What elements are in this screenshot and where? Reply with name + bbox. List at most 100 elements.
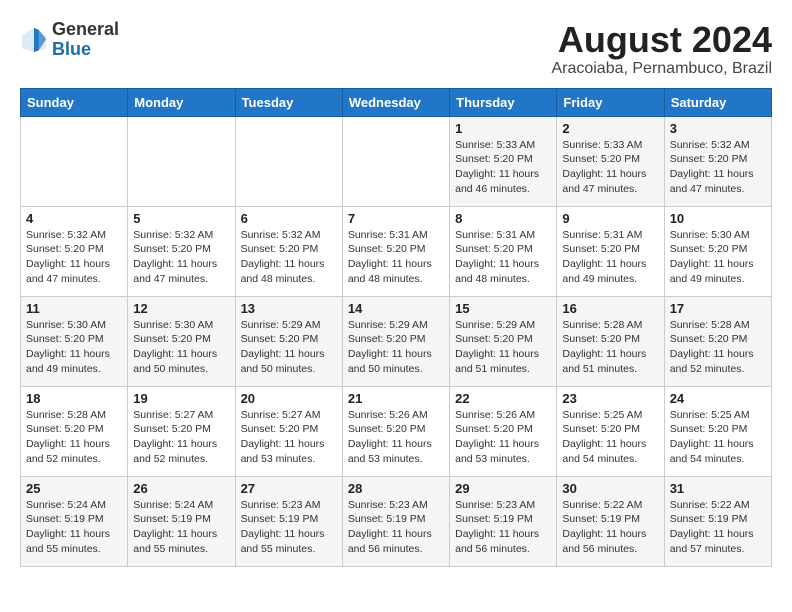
title-area: August 2024 Aracoiaba, Pernambuco, Brazi… [551,20,772,78]
logo-icon [20,26,48,54]
logo: General Blue [20,20,119,60]
calendar-cell [128,116,235,206]
calendar-cell: 7 Sunrise: 5:31 AM Sunset: 5:20 PM Daylig… [342,206,449,296]
day-number: 24 [670,391,766,406]
day-number: 27 [241,481,337,496]
day-number: 13 [241,301,337,316]
day-number: 16 [562,301,658,316]
day-number: 4 [26,211,122,226]
calendar-cell: 20Sunrise: 5:27 AM Sunset: 5:20 PM Dayli… [235,386,342,476]
day-number: 22 [455,391,551,406]
calendar-table: SundayMondayTuesdayWednesdayThursdayFrid… [20,88,772,567]
day-number: 1 [455,121,551,136]
weekday-header: Monday [128,88,235,116]
day-number: 12 [133,301,229,316]
calendar-cell [21,116,128,206]
day-info: Sunrise: 5:26 AM Sunset: 5:20 PM Dayligh… [455,408,551,467]
day-number: 31 [670,481,766,496]
day-info: Sunrise: 5:32 AM Sunset: 5:20 PM Dayligh… [133,228,229,287]
calendar-cell: 19 Sunrise: 5:27 AM Sunset: 5:20 PM Dayli… [128,386,235,476]
calendar-cell: 18 Sunrise: 5:28 AM Sunset: 5:20 PM Dayli… [21,386,128,476]
calendar-cell: 3Sunrise: 5:32 AM Sunset: 5:20 PM Daylig… [664,116,771,206]
day-number: 10 [670,211,766,226]
calendar-cell: 13Sunrise: 5:29 AM Sunset: 5:20 PM Dayli… [235,296,342,386]
day-number: 28 [348,481,444,496]
calendar-cell: 6 Sunrise: 5:32 AM Sunset: 5:20 PM Daylig… [235,206,342,296]
day-number: 11 [26,301,122,316]
day-number: 23 [562,391,658,406]
calendar-cell: 27 Sunrise: 5:23 AM Sunset: 5:19 PM Dayli… [235,476,342,566]
calendar-cell: 2Sunrise: 5:33 AM Sunset: 5:20 PM Daylig… [557,116,664,206]
logo-general: General [52,19,119,39]
logo-text: General Blue [52,20,119,60]
day-info: Sunrise: 5:32 AM Sunset: 5:20 PM Dayligh… [26,228,122,287]
calendar-week-row: 18 Sunrise: 5:28 AM Sunset: 5:20 PM Dayli… [21,386,772,476]
day-info: Sunrise: 5:24 AM Sunset: 5:19 PM Dayligh… [26,498,122,557]
day-info: Sunrise: 5:28 AM Sunset: 5:20 PM Dayligh… [670,318,766,377]
calendar-week-row: 4 Sunrise: 5:32 AM Sunset: 5:20 PM Daylig… [21,206,772,296]
calendar-cell: 14Sunrise: 5:29 AM Sunset: 5:20 PM Dayli… [342,296,449,386]
day-info: Sunrise: 5:31 AM Sunset: 5:20 PM Dayligh… [348,228,444,287]
weekday-header: Friday [557,88,664,116]
day-number: 26 [133,481,229,496]
calendar-cell [235,116,342,206]
month-year: August 2024 [551,20,772,60]
day-info: Sunrise: 5:29 AM Sunset: 5:20 PM Dayligh… [455,318,551,377]
calendar-cell: 28Sunrise: 5:23 AM Sunset: 5:19 PM Dayli… [342,476,449,566]
calendar-cell [342,116,449,206]
calendar-week-row: 11 Sunrise: 5:30 AM Sunset: 5:20 PM Dayli… [21,296,772,386]
day-info: Sunrise: 5:23 AM Sunset: 5:19 PM Dayligh… [241,498,337,557]
weekday-header: Sunday [21,88,128,116]
calendar-cell: 30 Sunrise: 5:22 AM Sunset: 5:19 PM Dayli… [557,476,664,566]
day-info: Sunrise: 5:25 AM Sunset: 5:20 PM Dayligh… [562,408,658,467]
calendar-cell: 11Sunrise: 5:30 AM Sunset: 5:20 PM Dayli… [21,296,128,386]
day-info: Sunrise: 5:31 AM Sunset: 5:20 PM Dayligh… [455,228,551,287]
day-info: Sunrise: 5:25 AM Sunset: 5:20 PM Dayligh… [670,408,766,467]
day-info: Sunrise: 5:31 AM Sunset: 5:20 PM Dayligh… [562,228,658,287]
calendar-cell: 8Sunrise: 5:31 AM Sunset: 5:20 PM Daylig… [450,206,557,296]
day-number: 15 [455,301,551,316]
day-info: Sunrise: 5:30 AM Sunset: 5:20 PM Dayligh… [133,318,229,377]
day-number: 17 [670,301,766,316]
day-number: 30 [562,481,658,496]
calendar-cell: 21 Sunrise: 5:26 AM Sunset: 5:20 PM Dayli… [342,386,449,476]
day-info: Sunrise: 5:23 AM Sunset: 5:19 PM Dayligh… [455,498,551,557]
location: Aracoiaba, Pernambuco, Brazil [551,60,772,78]
day-info: Sunrise: 5:33 AM Sunset: 5:20 PM Dayligh… [455,138,551,197]
day-number: 29 [455,481,551,496]
day-info: Sunrise: 5:22 AM Sunset: 5:19 PM Dayligh… [562,498,658,557]
calendar-cell: 12 Sunrise: 5:30 AM Sunset: 5:20 PM Dayli… [128,296,235,386]
day-number: 19 [133,391,229,406]
day-info: Sunrise: 5:27 AM Sunset: 5:20 PM Dayligh… [133,408,229,467]
calendar-cell: 31 Sunrise: 5:22 AM Sunset: 5:19 PM Dayli… [664,476,771,566]
header: General Blue August 2024 Aracoiaba, Pern… [20,20,772,78]
calendar-cell: 26Sunrise: 5:24 AM Sunset: 5:19 PM Dayli… [128,476,235,566]
day-info: Sunrise: 5:28 AM Sunset: 5:20 PM Dayligh… [26,408,122,467]
calendar-cell: 15 Sunrise: 5:29 AM Sunset: 5:20 PM Dayli… [450,296,557,386]
day-info: Sunrise: 5:22 AM Sunset: 5:19 PM Dayligh… [670,498,766,557]
day-number: 25 [26,481,122,496]
day-info: Sunrise: 5:30 AM Sunset: 5:20 PM Dayligh… [670,228,766,287]
calendar-cell: 22 Sunrise: 5:26 AM Sunset: 5:20 PM Dayli… [450,386,557,476]
day-number: 9 [562,211,658,226]
calendar-cell: 17 Sunrise: 5:28 AM Sunset: 5:20 PM Dayli… [664,296,771,386]
day-info: Sunrise: 5:26 AM Sunset: 5:20 PM Dayligh… [348,408,444,467]
day-number: 5 [133,211,229,226]
day-number: 21 [348,391,444,406]
day-info: Sunrise: 5:27 AM Sunset: 5:20 PM Dayligh… [241,408,337,467]
day-number: 6 [241,211,337,226]
calendar-cell: 23 Sunrise: 5:25 AM Sunset: 5:20 PM Dayli… [557,386,664,476]
day-number: 7 [348,211,444,226]
logo-blue: Blue [52,39,91,59]
day-info: Sunrise: 5:32 AM Sunset: 5:20 PM Dayligh… [241,228,337,287]
calendar-cell: 9 Sunrise: 5:31 AM Sunset: 5:20 PM Daylig… [557,206,664,296]
calendar-cell: 24 Sunrise: 5:25 AM Sunset: 5:20 PM Dayli… [664,386,771,476]
calendar-cell: 25 Sunrise: 5:24 AM Sunset: 5:19 PM Dayli… [21,476,128,566]
calendar-week-row: 1 Sunrise: 5:33 AM Sunset: 5:20 PM Daylig… [21,116,772,206]
weekday-header-row: SundayMondayTuesdayWednesdayThursdayFrid… [21,88,772,116]
day-info: Sunrise: 5:28 AM Sunset: 5:20 PM Dayligh… [562,318,658,377]
calendar-cell: 10 Sunrise: 5:30 AM Sunset: 5:20 PM Dayli… [664,206,771,296]
day-number: 18 [26,391,122,406]
weekday-header: Saturday [664,88,771,116]
day-number: 2 [562,121,658,136]
